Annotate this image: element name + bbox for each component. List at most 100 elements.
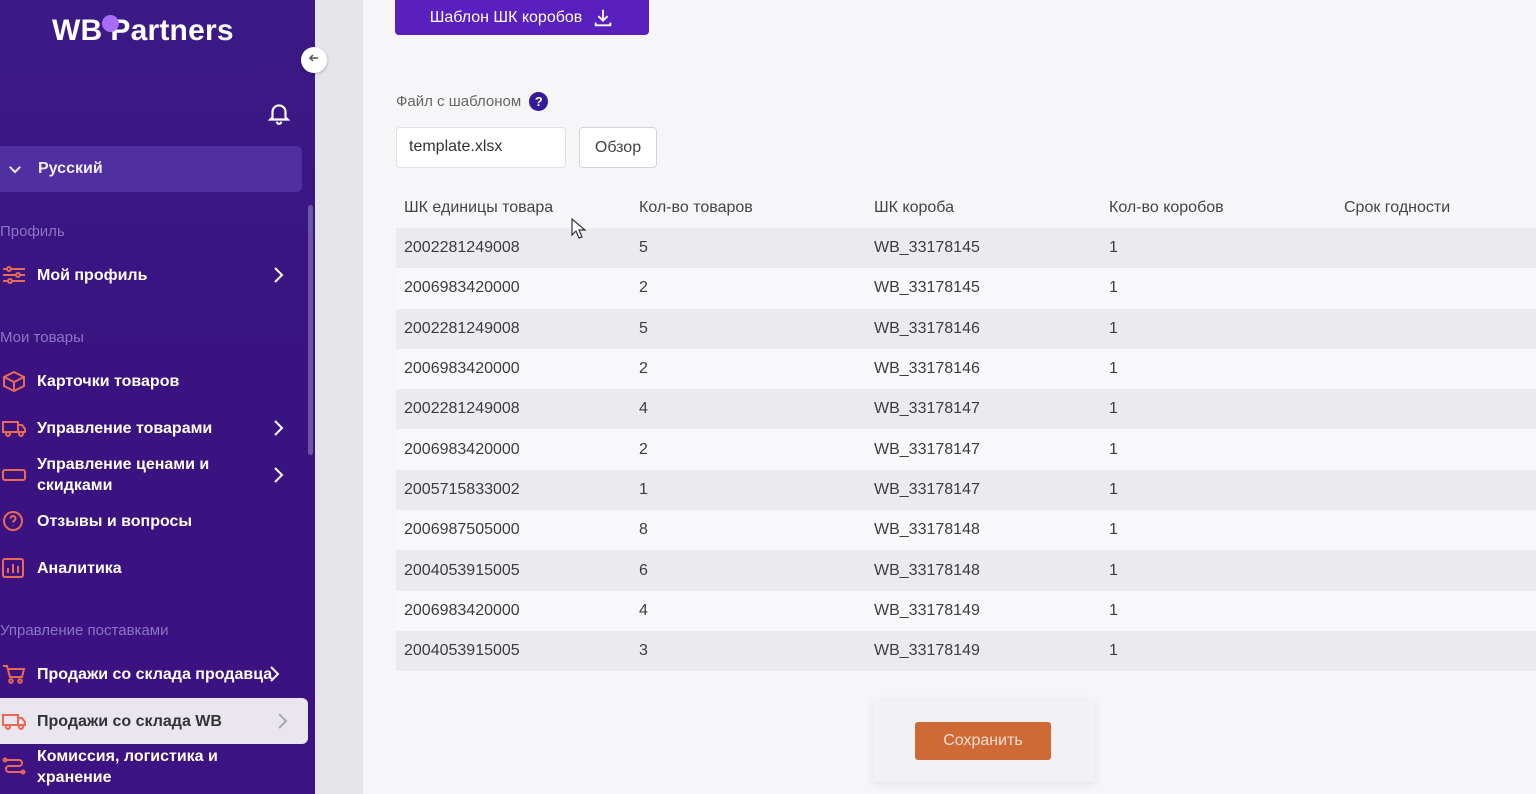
table-row[interactable]: 2002281249008 5 WB_33178145 1	[396, 228, 1536, 269]
cart-icon	[3, 665, 26, 684]
table-cell: WB_33178148	[874, 561, 980, 579]
route-icon	[2, 757, 26, 775]
table-header: ШК единицы товара Кол-во товаров ШК коро…	[396, 188, 1536, 228]
table-cell: 2006983420000	[404, 601, 520, 619]
table-row[interactable]: 2006983420000 2 WB_33178147 1	[396, 429, 1536, 470]
section-goods: Мои товары	[0, 329, 84, 346]
sidebar-scrollbar[interactable]	[308, 205, 313, 455]
table-cell: 2	[639, 360, 648, 378]
chevron-right-icon	[270, 666, 280, 682]
file-template-label-text: Файл с шаблоном	[396, 93, 522, 110]
table-row[interactable]: 2004053915005 6 WB_33178148 1	[396, 550, 1536, 591]
help-icon[interactable]: ?	[529, 92, 549, 111]
sidebar-item-analytics[interactable]: Аналитика	[0, 556, 300, 580]
column-header: Кол-во товаров	[639, 199, 753, 216]
table-cell: 5	[639, 319, 648, 337]
save-button[interactable]: Сохранить	[915, 722, 1051, 760]
sidebar-item-label: Мой профиль	[37, 266, 148, 284]
table-cell: 1	[1109, 480, 1118, 498]
table-cell: 1	[1109, 279, 1118, 297]
table-cell: 1	[1109, 521, 1118, 539]
sidebar-item-commission[interactable]: Комиссия, логистика и хранение	[0, 745, 300, 789]
table-cell: 4	[639, 400, 648, 418]
file-input[interactable]: template.xlsx	[396, 127, 566, 168]
sidebar-item-label: Отзывы и вопросы	[37, 512, 193, 530]
browse-button[interactable]: Обзор	[579, 127, 657, 168]
table-row[interactable]: 2006983420000 2 WB_33178145 1	[396, 268, 1536, 309]
bell-icon[interactable]	[266, 100, 292, 126]
table-cell: 1	[1109, 239, 1118, 257]
table-cell: WB_33178149	[874, 601, 980, 619]
sidebar: WB Partners Русский Профиль Мой профиль М…	[0, 0, 315, 794]
sidebar-item-profile[interactable]: Мой профиль	[0, 263, 300, 287]
truck-icon	[2, 714, 26, 730]
section-profile: Профиль	[0, 223, 65, 240]
table-cell: 1	[1109, 360, 1118, 378]
table-row[interactable]: 2006987505000 8 WB_33178148 1	[396, 510, 1536, 551]
logo-partners: Partners	[110, 14, 234, 47]
table-cell: 1	[1109, 561, 1118, 579]
table-cell: 1	[1109, 642, 1118, 660]
table-cell: 2006983420000	[404, 440, 520, 458]
table-cell: WB_33178145	[874, 279, 980, 297]
table-cell: WB_33178147	[874, 440, 980, 458]
file-template-label: Файл с шаблоном ?	[396, 92, 549, 111]
logo[interactable]: WB Partners	[52, 14, 234, 48]
download-template-label: Шаблон ШК коробов	[429, 8, 583, 26]
chart-icon	[2, 558, 24, 578]
table-cell: WB_33178149	[874, 642, 980, 660]
language-selector[interactable]: Русский	[0, 146, 302, 192]
chevron-right-icon	[274, 420, 284, 436]
download-template-button[interactable]: Шаблон ШК коробов	[395, 0, 649, 35]
chevron-right-icon	[278, 713, 288, 729]
column-header: ШК короба	[874, 199, 954, 216]
sidebar-item-goods-management[interactable]: Управление товарами	[0, 416, 300, 440]
download-icon	[595, 9, 612, 26]
table-cell: 5	[639, 239, 648, 257]
chevron-right-icon	[274, 267, 284, 283]
table-cell: 1	[1109, 601, 1118, 619]
sidebar-item-label: Управление ценами и скидками	[37, 456, 210, 494]
ticket-icon	[2, 469, 26, 481]
collapse-sidebar-button[interactable]	[301, 47, 327, 73]
sidebar-item-label: Карточки товаров	[37, 372, 180, 390]
table-cell: 6	[639, 561, 648, 579]
arrow-left-icon	[308, 54, 318, 62]
table-row[interactable]: 2006983420000 4 WB_33178149 1	[396, 590, 1536, 631]
column-header: Кол-во коробов	[1109, 199, 1224, 216]
column-header: ШК единицы товара	[404, 199, 554, 216]
column-header: Срок годности	[1344, 199, 1451, 216]
sidebar-item-reviews[interactable]: Отзывы и вопросы	[0, 509, 300, 533]
table-row[interactable]: 2005715833002 1 WB_33178147 1	[396, 469, 1536, 511]
table-cell: 2	[639, 279, 648, 297]
sidebar-item-label: Управление товарами	[37, 419, 213, 437]
chevron-right-icon	[274, 467, 284, 483]
mouse-cursor-icon	[571, 218, 587, 239]
sidebar-item-label: Аналитика	[37, 559, 122, 577]
table-cell: 1	[1109, 440, 1118, 458]
table-cell: 1	[1109, 319, 1118, 337]
sidebar-item-cards[interactable]: Карточки товаров	[0, 369, 300, 393]
question-circle-icon	[3, 511, 23, 531]
table-cell: 2002281249008	[404, 400, 520, 418]
table-cell: 1	[639, 480, 648, 498]
sidebar-item-label: Комиссия, логистика и хранение	[37, 748, 218, 786]
sidebar-item-label: Продажи со склада WB	[37, 712, 222, 730]
logo-wb: WB	[52, 14, 103, 47]
table-cell: 2006987505000	[404, 521, 520, 539]
table-row[interactable]: 2006983420000 2 WB_33178146 1	[396, 348, 1536, 390]
sidebar-item-wb-warehouse[interactable]: Продажи со склада WB	[0, 698, 308, 744]
table-cell: 2002281249008	[404, 239, 520, 257]
boxes-table: ШК единицы товара Кол-во товаров ШК коро…	[396, 188, 1536, 672]
table-cell: WB_33178146	[874, 319, 980, 337]
sliders-icon	[3, 266, 25, 284]
table-cell: WB_33178146	[874, 360, 980, 378]
table-row[interactable]: 2002281249008 5 WB_33178146 1	[396, 308, 1536, 349]
table-cell: 2006983420000	[404, 279, 520, 297]
table-row[interactable]: 2002281249008 4 WB_33178147 1	[396, 389, 1536, 430]
table-cell: 2004053915005	[404, 561, 520, 579]
sidebar-item-prices[interactable]: Управление ценами и скидками	[0, 453, 300, 497]
sidebar-item-seller-warehouse[interactable]: Продажи со склада продавца	[0, 662, 300, 686]
table-row[interactable]: 2004053915005 3 WB_33178149 1	[396, 630, 1536, 672]
table-cell: WB_33178148	[874, 521, 980, 539]
